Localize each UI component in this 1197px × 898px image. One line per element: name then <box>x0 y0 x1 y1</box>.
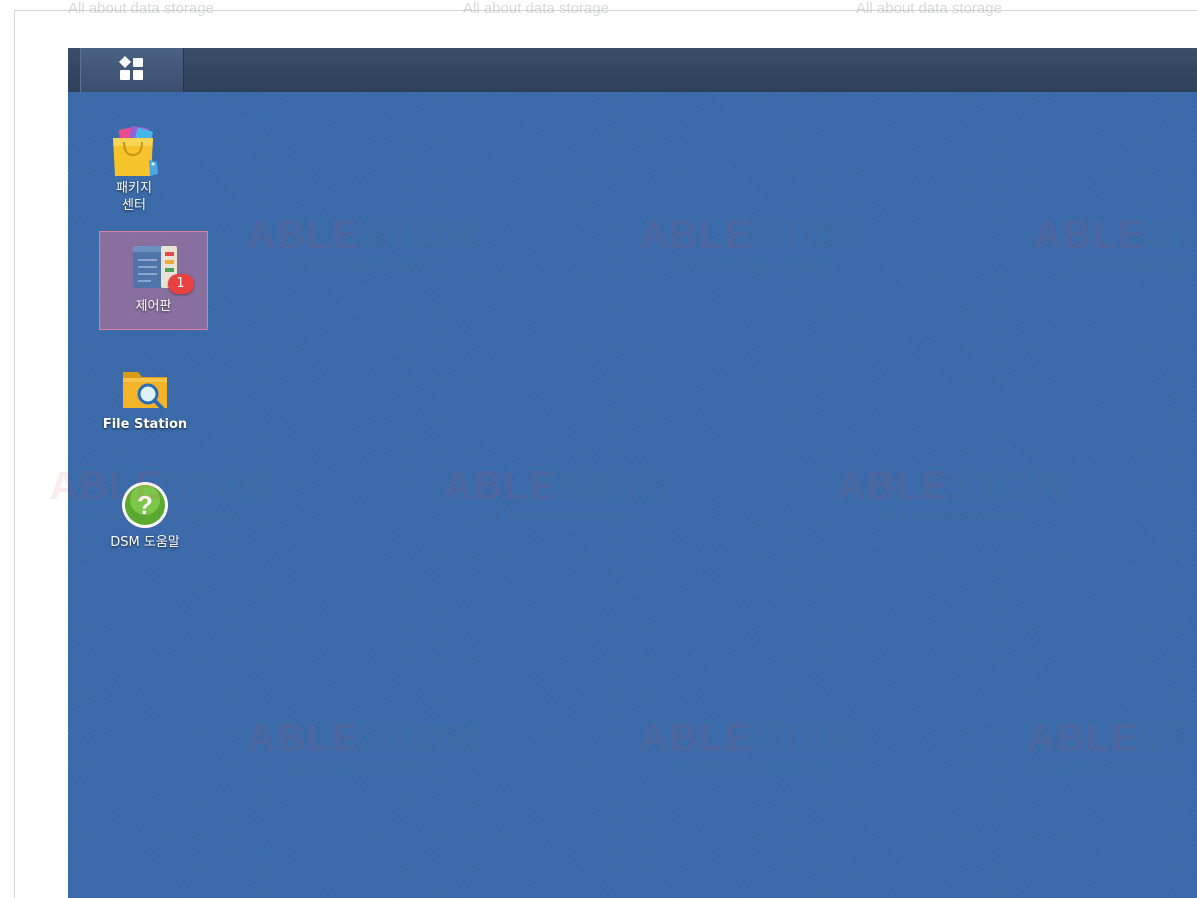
help-question-icon: ? <box>116 476 174 534</box>
dsm-window: 패키지 센터 1 제어판 File Station ? DSM 도움말 <box>68 48 1197 898</box>
control-panel-icon: 1 <box>125 240 194 298</box>
desktop: 패키지 센터 1 제어판 File Station ? DSM 도움말 <box>68 92 1197 898</box>
package-center-label-line1: 패키지 <box>116 181 152 196</box>
package-center-label-line2: 센터 <box>122 198 146 213</box>
file-station-label: File Station <box>102 417 188 432</box>
notification-badge: 1 <box>167 274 194 294</box>
dsm-help-shortcut[interactable]: ? DSM 도움말 <box>91 476 199 551</box>
taskbar <box>68 48 1197 93</box>
package-center-shopping-bag-icon <box>105 122 163 180</box>
main-menu-button[interactable] <box>80 48 184 92</box>
file-station-shortcut[interactable]: File Station <box>91 358 199 433</box>
svg-text:?: ? <box>137 490 153 520</box>
dsm-help-label: DSM 도움말 <box>110 535 180 550</box>
file-station-folder-search-icon <box>116 358 174 416</box>
control-panel-label: 제어판 <box>135 299 172 314</box>
control-panel-shortcut[interactable]: 1 제어판 <box>99 231 208 330</box>
package-center-shortcut[interactable]: 패키지 센터 <box>80 122 188 214</box>
main-menu-grid-icon <box>119 56 143 80</box>
